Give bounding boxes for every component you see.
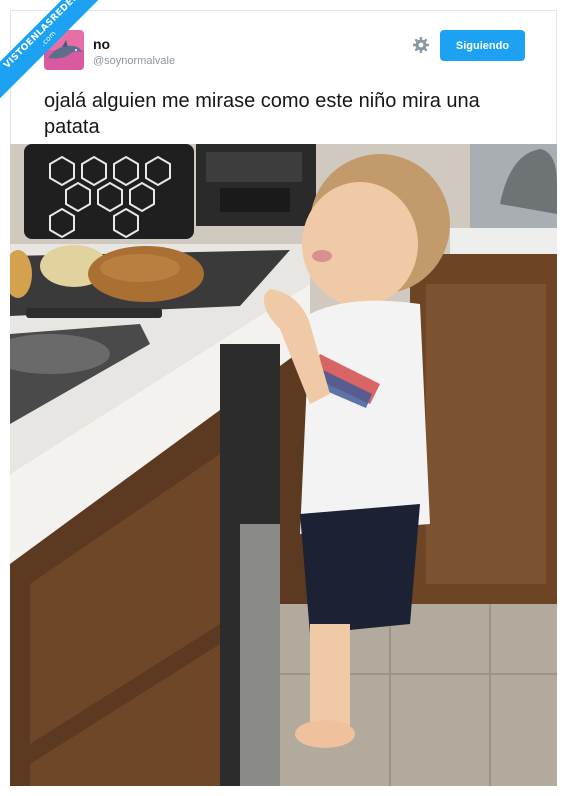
following-button[interactable]: Siguiendo [440,30,525,61]
display-name[interactable]: no [93,36,110,52]
gear-icon[interactable] [412,36,430,54]
tweet-photo[interactable] [10,144,557,786]
user-handle[interactable]: @soynormalvale [93,55,175,67]
tweet-text: ojalá alguien me mirase como este niño m… [44,90,480,138]
